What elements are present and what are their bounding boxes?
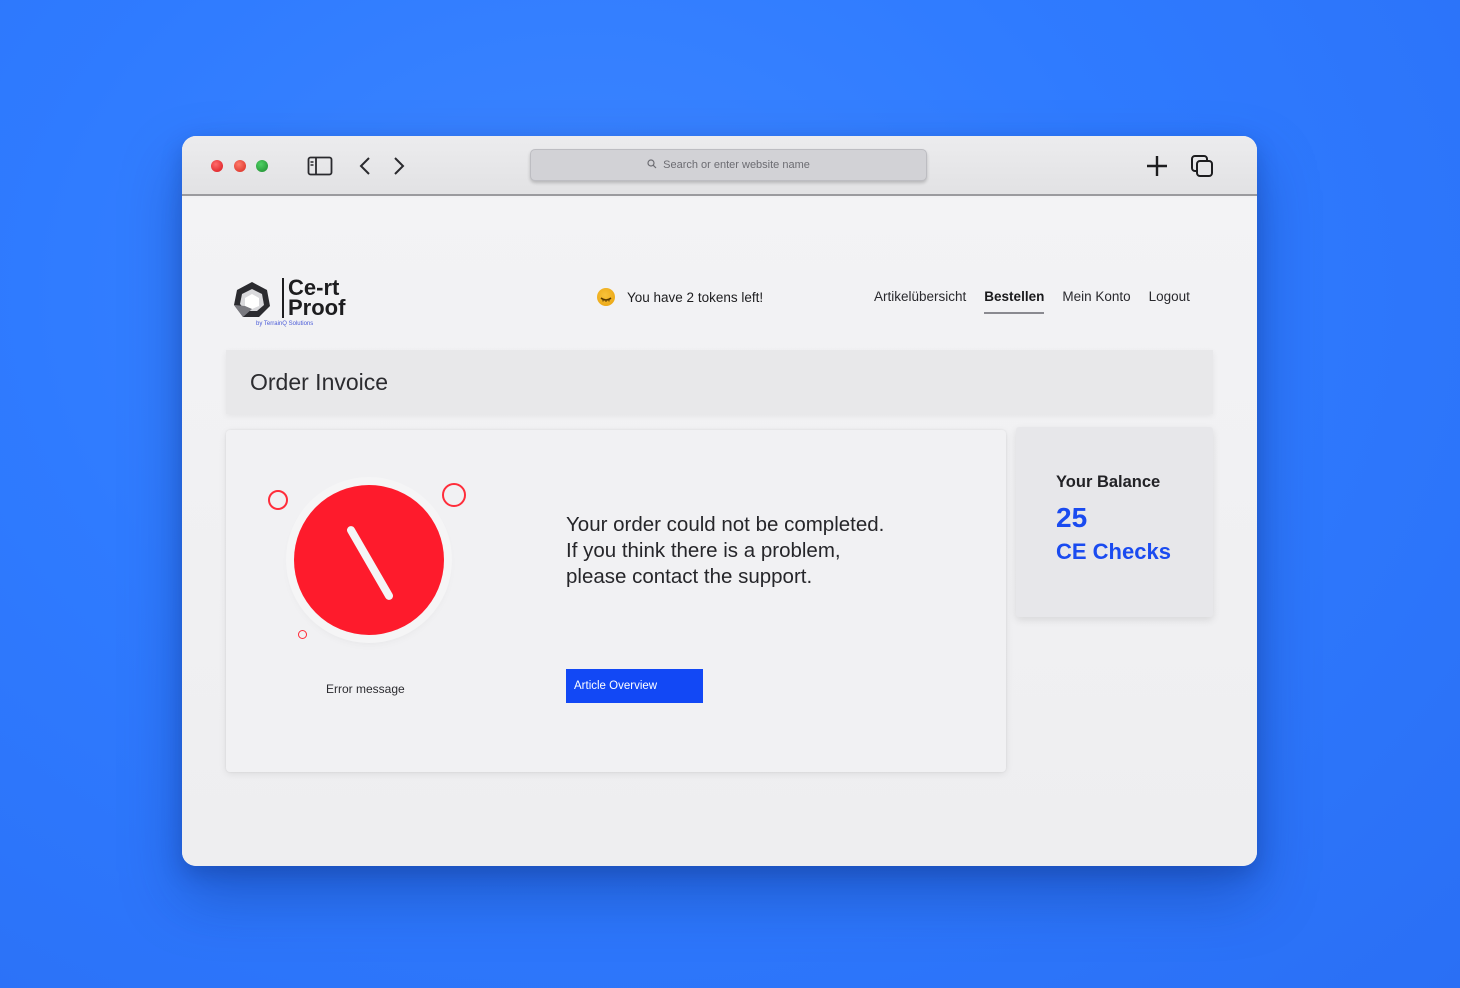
decorative-ring [442,483,466,507]
tabs-overview-icon[interactable] [1189,154,1215,178]
logo-tagline: by TerrainQ Solutions [256,321,314,327]
decorative-ring [298,630,307,639]
tokens-text: You have 2 tokens left! [627,289,764,305]
close-window-button[interactable] [211,160,223,172]
browser-window: Search or enter website name Ce-rt Proof… [182,136,1257,866]
forward-icon[interactable] [386,154,412,178]
token-coin-icon [597,288,615,306]
error-message-line: Your order could not be completed. [566,513,885,536]
article-overview-button[interactable]: Article Overview [566,669,703,703]
nav-item-bestellen[interactable]: Bestellen [984,289,1045,314]
sidebar-toggle-icon[interactable] [307,154,333,178]
logo-line2: Proof [288,295,346,320]
nav-item-logout[interactable]: Logout [1149,289,1190,310]
tokens-notice: You have 2 tokens left! [597,288,763,306]
decorative-ring [268,490,288,510]
error-card: Error message Your order could not be co… [226,430,1006,772]
error-message-line: please contact the support. [566,565,813,588]
address-bar[interactable]: Search or enter website name [530,149,927,181]
error-icon [294,485,444,635]
nav-item-mein-konto[interactable]: Mein Konto [1062,289,1130,310]
page-title: Order Invoice [250,369,389,395]
search-icon [647,158,657,172]
nav-item-artikeluebersicht[interactable]: Artikelübersicht [874,289,966,310]
logo-wordmark: Ce-rt Proof [282,277,346,320]
page-content: Ce-rt Proof by TerrainQ Solutions You ha… [182,198,1257,866]
error-message-line: If you think there is a problem, [566,539,841,562]
main-nav: Artikelübersicht Bestellen Mein Konto Lo… [874,289,1190,314]
error-message: Your order could not be completed. If yo… [566,512,884,590]
maximize-window-button[interactable] [256,160,268,172]
error-label: Error message [326,682,405,696]
error-slash [345,524,395,602]
balance-label: Your Balance [1056,473,1161,491]
logo-mark-icon [234,282,270,317]
browser-toolbar: Search or enter website name [182,136,1257,196]
address-bar-placeholder: Search or enter website name [663,159,810,171]
back-icon[interactable] [352,154,378,178]
balance-card: Your Balance 25 CE Checks [1016,427,1213,617]
certproof-logo[interactable]: Ce-rt Proof by TerrainQ Solutions [232,277,362,334]
new-tab-icon[interactable] [1144,154,1170,178]
balance-unit: CE Checks [1056,539,1171,564]
minimize-window-button[interactable] [234,160,246,172]
page-title-bar: Order Invoice [226,350,1213,414]
balance-amount: 25 [1056,502,1088,533]
